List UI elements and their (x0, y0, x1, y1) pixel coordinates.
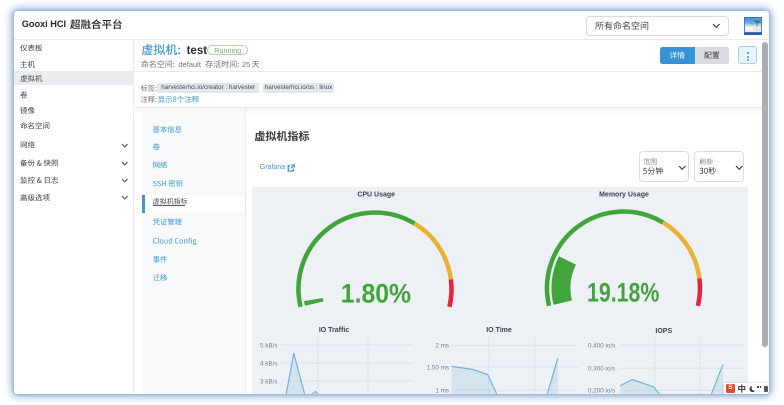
svg-text:5 kB/s: 5 kB/s (260, 342, 278, 349)
svg-text:19.18%: 19.18% (587, 278, 659, 308)
svg-text:0.200 io/s: 0.200 io/s (588, 388, 615, 394)
svg-text:IO Time: IO Time (486, 327, 512, 334)
svg-text:2 ms: 2 ms (435, 343, 449, 350)
svg-text:IOPS: IOPS (655, 328, 672, 335)
svg-text:IO Traffic: IO Traffic (319, 327, 349, 334)
svg-text:1.50 ms: 1.50 ms (427, 364, 449, 371)
svg-text:Memory Usage: Memory Usage (599, 191, 649, 198)
svg-text:0.300 io/s: 0.300 io/s (588, 365, 615, 372)
svg-text:3 kB/s: 3 kB/s (260, 378, 278, 385)
svg-text:4 kB/s: 4 kB/s (260, 360, 278, 367)
svg-text:1 ms: 1 ms (435, 387, 449, 393)
svg-text:CPU Usage: CPU Usage (357, 191, 395, 198)
svg-text:1.80%: 1.80% (341, 279, 411, 309)
svg-text:0.400 io/s: 0.400 io/s (588, 342, 615, 349)
